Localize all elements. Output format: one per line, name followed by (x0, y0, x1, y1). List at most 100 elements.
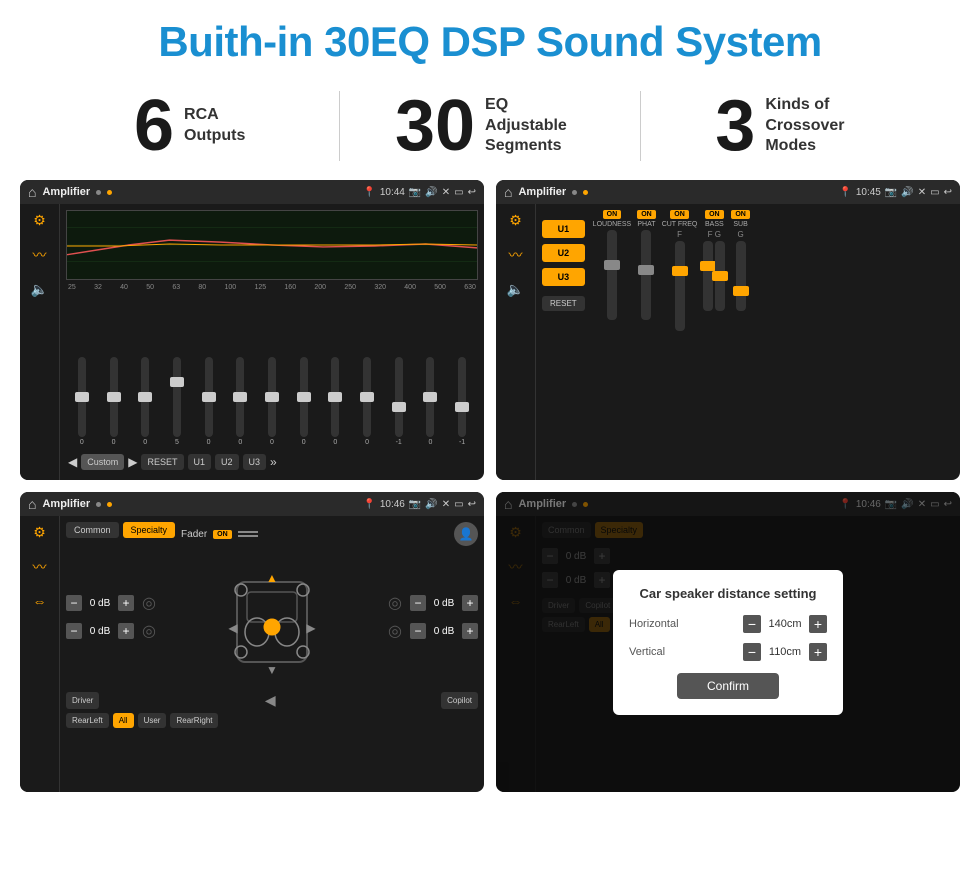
car-diagram-container: ▲ ▼ ◀ ▶ (164, 552, 380, 682)
stat-divider-2 (640, 91, 641, 161)
confirm-button[interactable]: Confirm (677, 673, 779, 699)
eq-u1-button[interactable]: U1 (188, 454, 212, 470)
eq-slider-4: 5 (173, 357, 181, 446)
eq-graph (66, 210, 478, 280)
svg-text:▲: ▲ (266, 571, 278, 585)
fader-sidebar-wave-icon[interactable]: 〰 (33, 557, 47, 577)
fader-rearright-button[interactable]: RearRight (170, 713, 218, 728)
eq-slider-13: -1 (458, 357, 466, 446)
horizontal-value: 140cm (765, 618, 805, 630)
fader-screen-content: ⚙ 〰 ⇔ Common Specialty Fader ON (20, 516, 484, 792)
phat-on-badge: ON (637, 210, 656, 219)
amp-loudness: ON LOUDNESS (593, 210, 632, 320)
x-icon-1: ✕ (442, 187, 450, 198)
eq-slider-3: 0 (141, 357, 149, 446)
fader-sidebar-arrows-icon[interactable]: ⇔ (33, 593, 47, 609)
amp-sidebar-eq-icon[interactable]: ⚙ (509, 212, 522, 229)
db3-minus-button[interactable]: − (410, 595, 426, 611)
back-icon-2: ↩ (944, 187, 952, 198)
amp-controls: ON LOUDNESS ON PHAT (593, 210, 954, 474)
eq-sidebar-eq-icon[interactable]: ⚙ (33, 212, 46, 229)
home-icon-3[interactable]: ⌂ (28, 496, 36, 512)
db2-minus-button[interactable]: − (66, 623, 82, 639)
eq-slider-8: 0 (300, 357, 308, 446)
amp-main: U1 U2 U3 RESET ON LOUDNESS (536, 204, 960, 480)
eq-slider-10: 0 (363, 357, 371, 446)
bass-slider-g[interactable] (715, 241, 725, 311)
fader-left-db: − 0 dB + ◎ − 0 dB + ◎ (66, 552, 156, 682)
eq-expand-button[interactable]: » (270, 455, 277, 469)
cutfreq-on-badge: ON (670, 210, 689, 219)
amp-sidebar-wave-icon[interactable]: 〰 (509, 245, 523, 265)
eq-u2-button[interactable]: U2 (215, 454, 239, 470)
eq-bottom-controls: ◀ Custom ▶ RESET U1 U2 U3 » (66, 450, 478, 474)
loudness-slider[interactable] (607, 230, 617, 320)
location-icon-1: 📍 (363, 187, 375, 198)
cutfreq-slider[interactable] (675, 241, 685, 331)
fader-all-button[interactable]: All (113, 713, 134, 728)
amp-sub: ON SUB G (731, 210, 750, 311)
fader-specialty-tab[interactable]: Specialty (123, 522, 176, 538)
cam-icon-3: 📷 (409, 499, 421, 510)
amp-screen-content: ⚙ 〰 🔈 U1 U2 U3 RESET ON LOUDNESS (496, 204, 960, 480)
eq-u3-button[interactable]: U3 (243, 454, 267, 470)
amp-sidebar: ⚙ 〰 🔈 (496, 204, 536, 480)
dot-5 (96, 502, 101, 507)
vertical-minus-button[interactable]: − (743, 643, 761, 661)
speaker-bl: ◎ (142, 621, 156, 641)
cutfreq-label: CUT FREQ (662, 221, 698, 228)
eq-sidebar-wave-icon[interactable]: 〰 (33, 245, 47, 265)
fader-rearleft-button[interactable]: RearLeft (66, 713, 109, 728)
car-diagram-svg: ▲ ▼ ◀ ▶ (227, 552, 317, 682)
stat-divider-1 (339, 91, 340, 161)
fader-user-icon[interactable]: 👤 (454, 522, 478, 546)
speaker-br: ◎ (388, 621, 402, 641)
vol-icon-2: 🔊 (901, 187, 913, 198)
db3-plus-button[interactable]: + (462, 595, 478, 611)
fader-common-tab[interactable]: Common (66, 522, 119, 538)
home-icon-2[interactable]: ⌂ (504, 184, 512, 200)
eq-slider-11: -1 (395, 357, 403, 446)
fader-body: − 0 dB + ◎ − 0 dB + ◎ (66, 552, 478, 682)
sub-slider[interactable] (736, 241, 746, 311)
db1-plus-button[interactable]: + (118, 595, 134, 611)
fader-sidebar-eq-icon[interactable]: ⚙ (33, 524, 46, 541)
eq-sidebar-speaker-icon[interactable]: 🔈 (31, 281, 48, 298)
home-icon-1[interactable]: ⌂ (28, 184, 36, 200)
eq-next-button[interactable]: ▶ (128, 455, 137, 469)
eq-custom-button[interactable]: Custom (81, 454, 124, 470)
horizontal-minus-button[interactable]: − (743, 615, 761, 633)
vertical-plus-button[interactable]: + (809, 643, 827, 661)
loudness-on-badge: ON (603, 210, 622, 219)
db1-minus-button[interactable]: − (66, 595, 82, 611)
dialog-title: Car speaker distance setting (629, 586, 827, 601)
fader-bottom-row2: RearLeft All User RearRight (66, 713, 478, 728)
horizontal-plus-button[interactable]: + (809, 615, 827, 633)
eq-sidebar: ⚙ 〰 🔈 (20, 204, 60, 480)
amp-u1-button[interactable]: U1 (542, 220, 585, 238)
amp-sidebar-speaker-icon[interactable]: 🔈 (507, 281, 524, 298)
dialog-vertical-row: Vertical − 110cm + (629, 643, 827, 661)
stat-crossover-number: 3 (715, 90, 755, 162)
stat-eq-number: 30 (395, 90, 475, 162)
db4-plus-button[interactable]: + (462, 623, 478, 639)
phat-slider[interactable] (641, 230, 651, 320)
amp-u2-button[interactable]: U2 (542, 244, 585, 262)
eq-prev-button[interactable]: ◀ (68, 455, 77, 469)
fader-copilot-button[interactable]: Copilot (441, 692, 478, 709)
db2-plus-button[interactable]: + (118, 623, 134, 639)
dialog-confirm-section: Confirm (629, 673, 827, 699)
eq-reset-button[interactable]: RESET (141, 454, 183, 470)
fader-tabs: Common Specialty (66, 522, 175, 538)
amp-reset-button[interactable]: RESET (542, 296, 585, 311)
amp-u3-button[interactable]: U3 (542, 268, 585, 286)
svg-text:▼: ▼ (266, 663, 278, 677)
dialog-horizontal-row: Horizontal − 140cm + (629, 615, 827, 633)
app-label-1: Amplifier (42, 186, 90, 198)
stat-rca-label: RCAOutputs (184, 105, 245, 147)
db4-minus-button[interactable]: − (410, 623, 426, 639)
back-icon-3: ↩ (468, 499, 476, 510)
fader-main: Common Specialty Fader ON 👤 (60, 516, 484, 792)
fader-user-button[interactable]: User (138, 713, 167, 728)
fader-driver-button[interactable]: Driver (66, 692, 99, 709)
